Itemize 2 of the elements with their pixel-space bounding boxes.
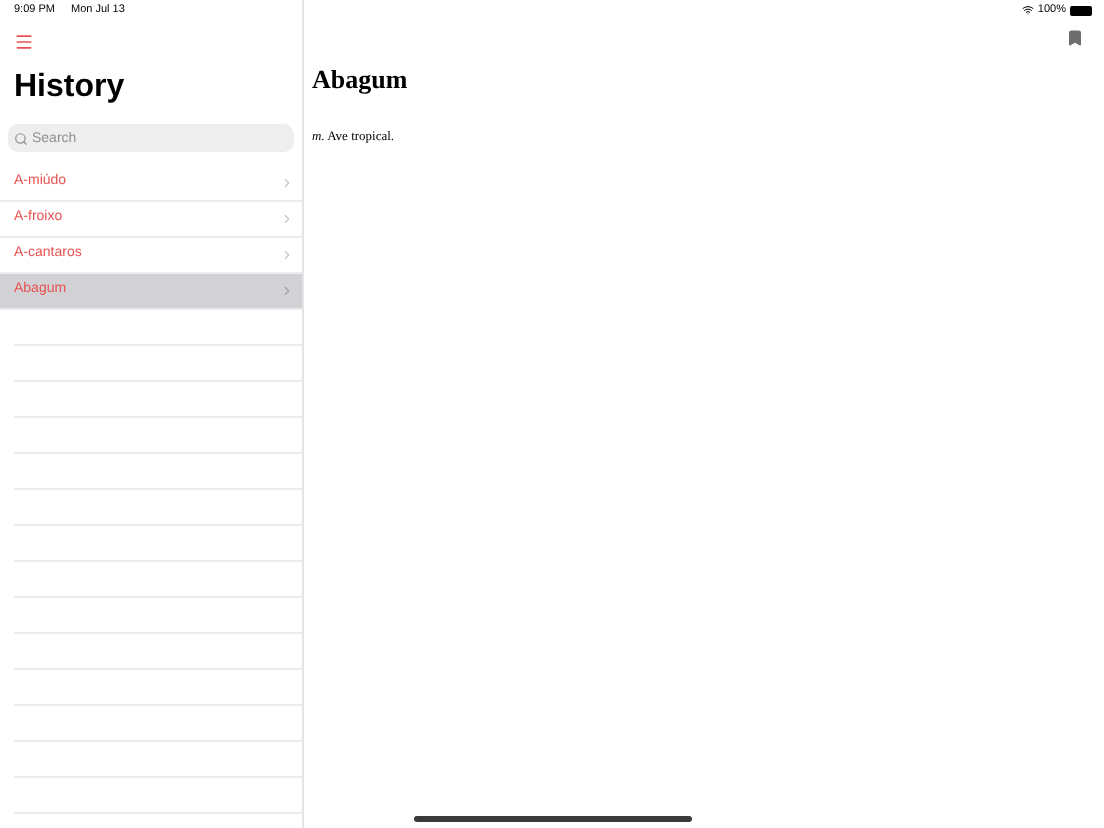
sidebar-title: History [14, 70, 125, 104]
entry-headword: Abagum [312, 62, 410, 98]
